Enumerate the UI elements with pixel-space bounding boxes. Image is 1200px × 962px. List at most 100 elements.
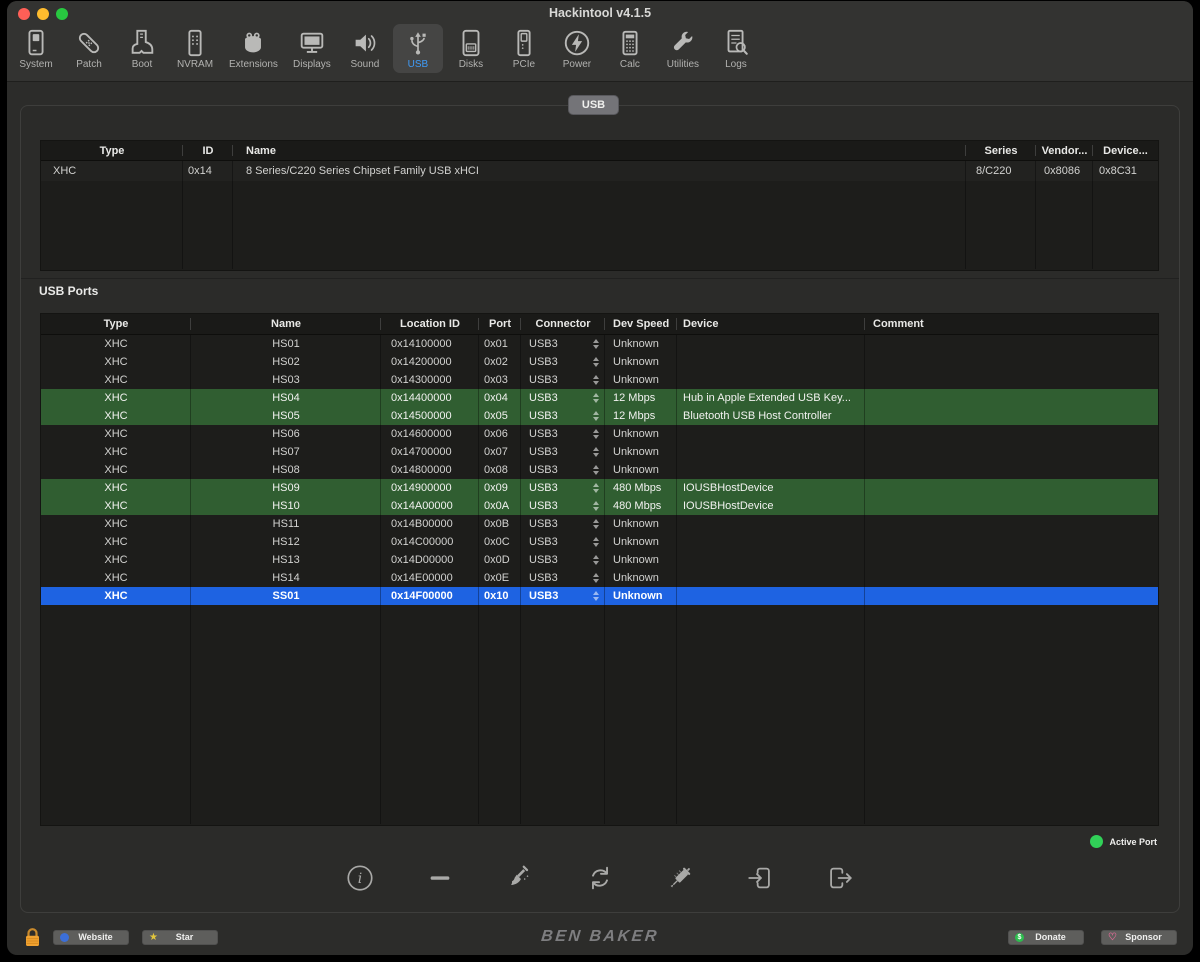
- remove-button[interactable]: [424, 864, 456, 896]
- column-header-1[interactable]: ID: [183, 141, 233, 160]
- toolbar-item-calc[interactable]: Calc: [605, 24, 655, 73]
- usb-port-row-hs08[interactable]: XHCHS080x148000000x08USB3Unknown: [41, 461, 1158, 479]
- connector-stepper[interactable]: [593, 375, 599, 385]
- disks-icon: [456, 27, 486, 59]
- toolbar-item-system[interactable]: System: [11, 24, 61, 73]
- usb-port-row-hs01[interactable]: XHCHS010x141000000x01USB3Unknown: [41, 335, 1158, 353]
- toolbar-item-extensions[interactable]: Extensions: [223, 24, 284, 73]
- connector-stepper[interactable]: [593, 483, 599, 493]
- connector-stepper[interactable]: [593, 591, 599, 601]
- connector-value: USB3: [529, 392, 558, 404]
- column-header-4[interactable]: Vendor...: [1036, 141, 1093, 160]
- window-title: Hackintool v4.1.5: [7, 6, 1193, 20]
- syringe-icon: [665, 863, 695, 898]
- import-button[interactable]: [744, 864, 776, 896]
- toolbar-item-disks[interactable]: Disks: [446, 24, 496, 73]
- usb-port-row-hs14[interactable]: XHCHS140x14E000000x0EUSB3Unknown: [41, 569, 1158, 587]
- column-header-5[interactable]: Device...: [1093, 141, 1158, 160]
- power-icon: [562, 27, 592, 59]
- toolbar-item-utilities[interactable]: Utilities: [658, 24, 708, 73]
- nvram-icon: [180, 27, 210, 59]
- toolbar-item-power[interactable]: Power: [552, 24, 602, 73]
- connector-stepper[interactable]: [593, 339, 599, 349]
- toolbar-item-logs[interactable]: Logs: [711, 24, 761, 73]
- export-icon: [825, 863, 855, 898]
- sound-icon: [350, 27, 380, 59]
- app-window: Hackintool v4.1.5 SystemPatchBootNVRAMEx…: [7, 1, 1193, 955]
- toolbar-item-displays[interactable]: Displays: [287, 24, 337, 73]
- usb-port-row-hs03[interactable]: XHCHS030x143000000x03USB3Unknown: [41, 371, 1158, 389]
- usb-port-row-hs09[interactable]: XHCHS090x149000000x09USB3480 MbpsIOUSBHo…: [41, 479, 1158, 497]
- toolbar-item-pcie[interactable]: PCIe: [499, 24, 549, 73]
- column-header-connector[interactable]: Connector: [521, 314, 605, 334]
- connector-stepper[interactable]: [593, 393, 599, 403]
- connector-stepper[interactable]: [593, 411, 599, 421]
- inject-button[interactable]: [664, 864, 696, 896]
- usb-icon: [403, 27, 433, 59]
- connector-stepper[interactable]: [593, 573, 599, 583]
- connector-stepper[interactable]: [593, 357, 599, 367]
- connector-value: USB3: [529, 338, 558, 350]
- toolbar-item-usb[interactable]: USB: [393, 24, 443, 73]
- usb-port-row-hs05[interactable]: XHCHS050x145000000x05USB312 MbpsBluetoot…: [41, 407, 1158, 425]
- toolbar-item-patch[interactable]: Patch: [64, 24, 114, 73]
- usb-port-row-hs02[interactable]: XHCHS020x142000000x02USB3Unknown: [41, 353, 1158, 371]
- usb-ports-title: USB Ports: [39, 284, 98, 298]
- column-header-dev-speed[interactable]: Dev Speed: [605, 314, 677, 334]
- column-header-type[interactable]: Type: [41, 314, 191, 334]
- controllers-header: TypeIDNameSeriesVendor...Device...: [41, 141, 1158, 161]
- usb-port-row-hs04[interactable]: XHCHS040x144000000x04USB312 MbpsHub in A…: [41, 389, 1158, 407]
- column-header-name[interactable]: Name: [191, 314, 381, 334]
- connector-stepper[interactable]: [593, 501, 599, 511]
- toolbar-item-sound[interactable]: Sound: [340, 24, 390, 73]
- usb-port-row-ss01[interactable]: XHCSS010x14F000000x10USB3Unknown: [41, 587, 1158, 605]
- connector-value: USB3: [529, 410, 558, 422]
- connector-value: USB3: [529, 482, 558, 494]
- usb-port-row-hs13[interactable]: XHCHS130x14D000000x0DUSB3Unknown: [41, 551, 1158, 569]
- usb-port-row-hs07[interactable]: XHCHS070x147000000x07USB3Unknown: [41, 443, 1158, 461]
- connector-value: USB3: [529, 554, 558, 566]
- clean-button[interactable]: [504, 864, 536, 896]
- connector-stepper[interactable]: [593, 519, 599, 529]
- connector-value: USB3: [529, 356, 558, 368]
- controllers-body[interactable]: XHC0x148 Series/C220 Series Chipset Fami…: [41, 161, 1158, 269]
- refresh-button[interactable]: [584, 864, 616, 896]
- footer-bar: Website ★ Star BEN BAKER $ Donate ♡ Spon…: [23, 926, 1177, 948]
- connector-value: USB3: [529, 500, 558, 512]
- column-header-comment[interactable]: Comment: [865, 314, 1158, 334]
- connector-value: USB3: [529, 446, 558, 458]
- logs-icon: [721, 27, 751, 59]
- utilities-icon: [668, 27, 698, 59]
- connector-stepper[interactable]: [593, 447, 599, 457]
- toolbar-item-boot[interactable]: Boot: [117, 24, 167, 73]
- broom-icon: [505, 863, 535, 898]
- column-header-0[interactable]: Type: [41, 141, 183, 160]
- column-header-3[interactable]: Series: [966, 141, 1036, 160]
- tab-usb[interactable]: USB: [568, 95, 619, 115]
- usb-port-row-hs12[interactable]: XHCHS120x14C000000x0CUSB3Unknown: [41, 533, 1158, 551]
- column-header-port[interactable]: Port: [479, 314, 521, 334]
- pcie-icon: [509, 27, 539, 59]
- ben-baker-logo: BEN BAKER: [22, 928, 1178, 946]
- connector-stepper[interactable]: [593, 555, 599, 565]
- column-header-2[interactable]: Name: [233, 141, 966, 160]
- controller-row[interactable]: XHC0x148 Series/C220 Series Chipset Fami…: [41, 161, 1158, 181]
- connector-stepper[interactable]: [593, 537, 599, 547]
- toolbar-item-nvram[interactable]: NVRAM: [170, 24, 220, 73]
- usb-ports-body[interactable]: XHCHS010x141000000x01USB3UnknownXHCHS020…: [41, 335, 1158, 824]
- column-header-device[interactable]: Device: [677, 314, 865, 334]
- usb-ports-header: TypeNameLocation IDPortConnectorDev Spee…: [41, 314, 1158, 335]
- window-chrome: Hackintool v4.1.5 SystemPatchBootNVRAMEx…: [7, 1, 1193, 82]
- usb-port-row-hs11[interactable]: XHCHS110x14B000000x0BUSB3Unknown: [41, 515, 1158, 533]
- info-button[interactable]: i: [344, 864, 376, 896]
- usb-port-row-hs10[interactable]: XHCHS100x14A000000x0AUSB3480 MbpsIOUSBHo…: [41, 497, 1158, 515]
- export-button[interactable]: [824, 864, 856, 896]
- displays-icon: [297, 27, 327, 59]
- column-header-location-id[interactable]: Location ID: [381, 314, 479, 334]
- usb-port-row-hs06[interactable]: XHCHS060x146000000x06USB3Unknown: [41, 425, 1158, 443]
- toolbar: SystemPatchBootNVRAMExtensionsDisplaysSo…: [11, 24, 1189, 80]
- usb-groupbox: TypeIDNameSeriesVendor...Device... XHC0x…: [20, 105, 1180, 913]
- active-port-legend: Active Port: [1090, 835, 1157, 848]
- connector-stepper[interactable]: [593, 429, 599, 439]
- connector-stepper[interactable]: [593, 465, 599, 475]
